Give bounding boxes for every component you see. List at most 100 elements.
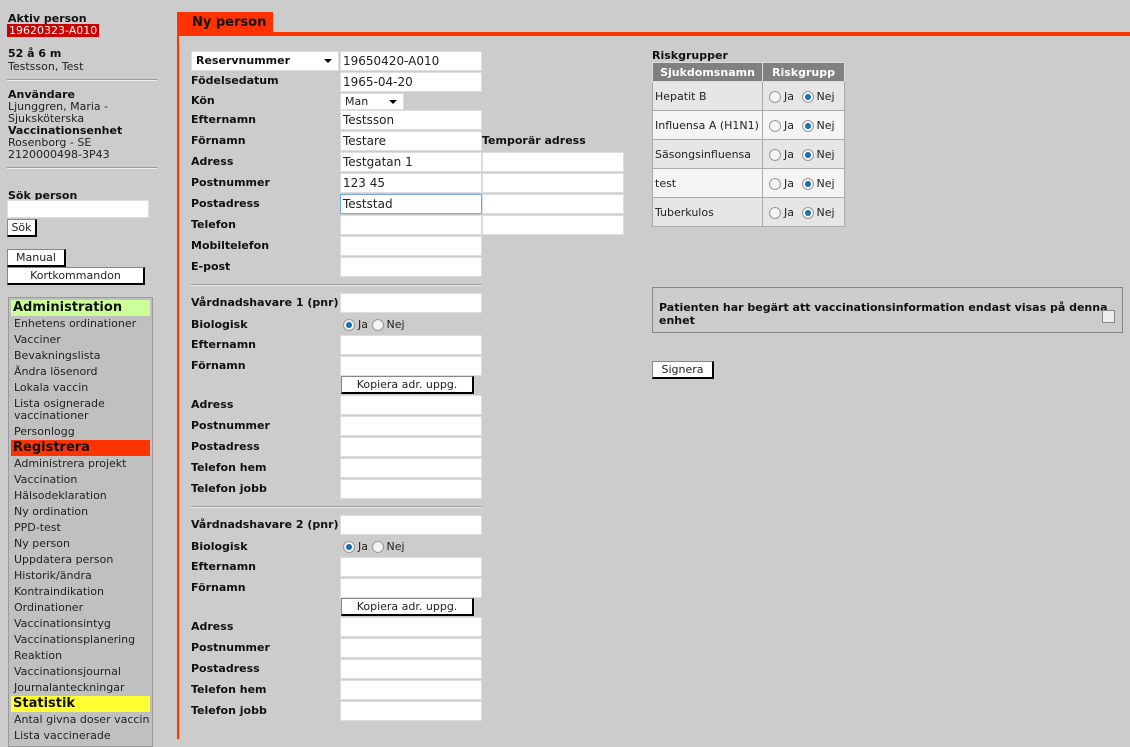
guardian1-zip-input[interactable] xyxy=(340,416,482,436)
guardian1-biological-label: Biologisk xyxy=(191,318,248,331)
menu-item[interactable]: Personlogg xyxy=(11,424,150,440)
guardian2-address-input[interactable] xyxy=(340,617,482,637)
menu-item[interactable]: Reaktion xyxy=(11,648,150,664)
temp-city-input[interactable] xyxy=(482,194,624,214)
guardian2-firstname-input[interactable] xyxy=(340,578,482,598)
firstname-label: Förnamn xyxy=(191,134,246,147)
divider xyxy=(7,167,157,169)
menu-item[interactable]: Vaccinationsplanering xyxy=(11,632,150,648)
radio-yes[interactable] xyxy=(769,148,781,161)
temp-address-input[interactable] xyxy=(482,152,624,172)
radio-yes[interactable] xyxy=(769,119,781,132)
guardian1-copy-address-button[interactable]: Kopiera adr. uppg. xyxy=(341,376,474,394)
phone-input[interactable] xyxy=(340,215,482,235)
divider xyxy=(191,506,482,508)
guardian1-pnr-input[interactable] xyxy=(340,293,482,313)
disease-name: Hepatit B xyxy=(652,81,763,111)
menu-item[interactable]: Lokala vaccin xyxy=(11,380,150,396)
radio-no[interactable] xyxy=(801,119,814,132)
guardian1-phone-home-input[interactable] xyxy=(340,458,482,478)
zip-input[interactable]: 123 45 xyxy=(340,173,482,193)
lastname-input[interactable]: Testsson xyxy=(340,110,482,130)
guardian2-lastname-input[interactable] xyxy=(340,557,482,577)
sex-select[interactable]: Man xyxy=(340,93,404,110)
firstname-input[interactable]: Testare xyxy=(340,131,482,151)
menu-item[interactable]: Vacciner xyxy=(11,332,150,348)
guardian1-lastname-label: Efternamn xyxy=(191,338,256,351)
menu-item[interactable]: Ny ordination xyxy=(11,504,150,520)
radio-no[interactable] xyxy=(371,319,384,331)
address-input[interactable]: Testgatan 1 xyxy=(340,152,482,172)
search-input[interactable] xyxy=(7,200,149,218)
tab-ny-person[interactable]: Ny person xyxy=(177,12,273,34)
menu-item[interactable]: Antal givna doser vaccin xyxy=(11,712,150,728)
guardian1-phone-work-input[interactable] xyxy=(340,479,482,499)
radio-no[interactable] xyxy=(371,541,384,553)
radio-yes[interactable] xyxy=(769,177,781,190)
id-input[interactable]: 19650420-A010 xyxy=(340,51,482,71)
radio-yes[interactable] xyxy=(769,206,781,219)
radio-no[interactable] xyxy=(801,148,814,161)
radio-yes[interactable] xyxy=(343,541,355,553)
mobile-input[interactable] xyxy=(340,236,482,256)
menu-item[interactable]: Hälsodeklaration xyxy=(11,488,150,504)
menu-item[interactable]: Lista osignerade vaccinationer xyxy=(11,396,150,424)
menu-item[interactable]: Vaccinationsintyg xyxy=(11,616,150,632)
manual-button[interactable]: Manual xyxy=(7,249,66,267)
menu-item[interactable]: Administrera projekt xyxy=(11,456,150,472)
guardian1-firstname-input[interactable] xyxy=(340,356,482,376)
risk-table: Sjukdomsnamn Riskgrupp Hepatit B Ja Nej In… xyxy=(652,62,845,227)
guardian2-pnr-input[interactable] xyxy=(340,515,482,535)
guardian2-copy-address-button[interactable]: Kopiera adr. uppg. xyxy=(341,598,474,616)
menu-item[interactable]: Vaccination xyxy=(11,472,150,488)
guardian1-city-input[interactable] xyxy=(340,437,482,457)
radio-no[interactable] xyxy=(801,177,814,190)
radio-yes[interactable] xyxy=(769,90,781,103)
search-button[interactable]: Sök xyxy=(7,219,37,237)
menu-item[interactable]: Kontraindikation xyxy=(11,584,150,600)
menu-item[interactable]: PPD-test xyxy=(11,520,150,536)
city-input[interactable]: Teststad xyxy=(340,194,482,214)
radio-no[interactable] xyxy=(801,206,814,219)
table-row: Säsongsinfluensa Ja Nej xyxy=(652,139,845,169)
divider xyxy=(7,79,157,81)
id-type-value: Reservnummer xyxy=(196,54,291,67)
menu-item[interactable]: Uppdatera person xyxy=(11,552,150,568)
sex-label: Kön xyxy=(191,94,215,107)
menu-item[interactable]: Ny person xyxy=(11,536,150,552)
radio-yes[interactable] xyxy=(343,319,355,331)
menu-item[interactable]: Historik/ändra xyxy=(11,568,150,584)
radio-no-label: Nej xyxy=(816,205,835,219)
menu-item[interactable]: Enhetens ordinationer xyxy=(11,316,150,332)
address-label: Adress xyxy=(191,155,234,168)
menu-header-administration: Administration xyxy=(11,300,150,316)
shortcuts-button[interactable]: Kortkommandon xyxy=(7,267,145,285)
menu-item[interactable]: Bevakningslista xyxy=(11,348,150,364)
temp-phone-input[interactable] xyxy=(482,215,624,235)
guardian2-phone-work-input[interactable] xyxy=(340,701,482,721)
menu-item[interactable]: Ordinationer xyxy=(11,600,150,616)
radio-no-label: Nej xyxy=(816,118,835,132)
birthdate-input[interactable]: 1965-04-20 xyxy=(340,72,482,92)
menu-item[interactable]: Lista vaccinerade xyxy=(11,728,150,744)
guardian1-lastname-input[interactable] xyxy=(340,335,482,355)
menu-item[interactable]: Ändra lösenord xyxy=(11,364,150,380)
lastname-label: Efternamn xyxy=(191,113,256,126)
temp-zip-input[interactable] xyxy=(482,173,624,193)
menu-item[interactable]: Vaccinationsjournal xyxy=(11,664,150,680)
guardian1-address-input[interactable] xyxy=(340,395,482,415)
guardian2-phone-home-input[interactable] xyxy=(340,680,482,700)
sign-button[interactable]: Signera xyxy=(652,361,714,379)
email-input[interactable] xyxy=(340,257,482,277)
guardian2-city-input[interactable] xyxy=(340,659,482,679)
menu-item[interactable]: Journalanteckningar xyxy=(11,680,150,696)
guardian1-address-label: Adress xyxy=(191,398,234,411)
guardian2-zip-input[interactable] xyxy=(340,638,482,658)
person-name: Testsson, Test xyxy=(8,60,84,73)
id-type-select[interactable]: Reservnummer xyxy=(191,51,339,71)
guardian2-address-label: Adress xyxy=(191,620,234,633)
consent-checkbox[interactable] xyxy=(1102,310,1115,323)
zip-label: Postnummer xyxy=(191,176,270,189)
disease-name: Säsongsinfluensa xyxy=(652,139,763,169)
radio-no[interactable] xyxy=(801,90,814,103)
